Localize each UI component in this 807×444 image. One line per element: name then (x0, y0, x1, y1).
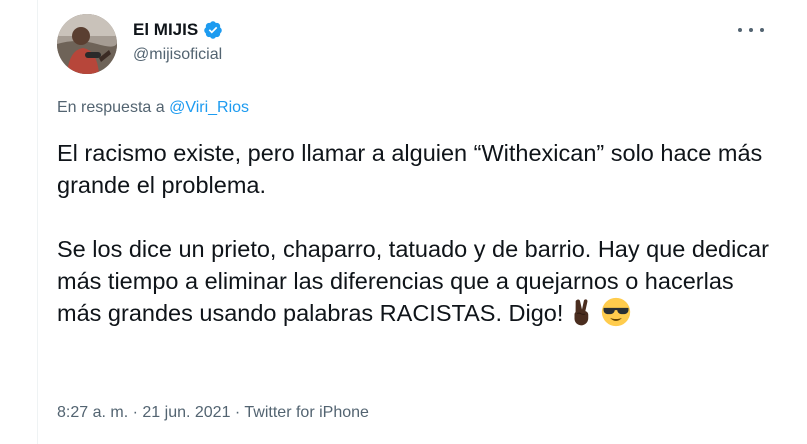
reply-context: En respuesta a @Viri_Rios (57, 99, 249, 117)
tweet-paragraph-1: El racismo existe, pero llamar a alguien… (57, 140, 763, 198)
tweet-date[interactable]: 21 jun. 2021 (142, 404, 230, 421)
sunglasses-emoji-icon (601, 297, 631, 327)
name-row: El MIJIS (133, 19, 223, 41)
user-info: El MIJIS @mijisoficial (133, 19, 223, 64)
tweet-meta: 8:27 a. m. · 21 jun. 2021 · Twitter for … (57, 404, 369, 422)
victory-hand-emoji-icon (567, 297, 597, 327)
avatar-image (57, 14, 117, 74)
meta-separator-2: · (234, 404, 241, 421)
thread-divider (37, 0, 38, 444)
display-name[interactable]: El MIJIS (133, 20, 198, 40)
meta-separator: · (132, 404, 138, 421)
tweet-time[interactable]: 8:27 a. m. (57, 404, 128, 421)
tweet-card: El MIJIS @mijisoficial En respuesta a @V… (0, 0, 807, 444)
user-handle[interactable]: @mijisoficial (133, 46, 223, 64)
reply-prefix: En respuesta a (57, 99, 165, 116)
tweet-paragraph-2-text: Se los dice un prieto, chaparro, tatuado… (57, 236, 769, 326)
tweet-paragraph-2: Se los dice un prieto, chaparro, tatuado… (57, 233, 777, 329)
tweet-text: El racismo existe, pero llamar a alguien… (57, 137, 777, 329)
tweet-source[interactable]: Twitter for iPhone (244, 404, 369, 421)
more-options-icon[interactable] (738, 20, 764, 40)
verified-badge-icon (203, 20, 223, 40)
avatar[interactable] (57, 14, 117, 74)
reply-to-link[interactable]: @Viri_Rios (169, 99, 249, 116)
